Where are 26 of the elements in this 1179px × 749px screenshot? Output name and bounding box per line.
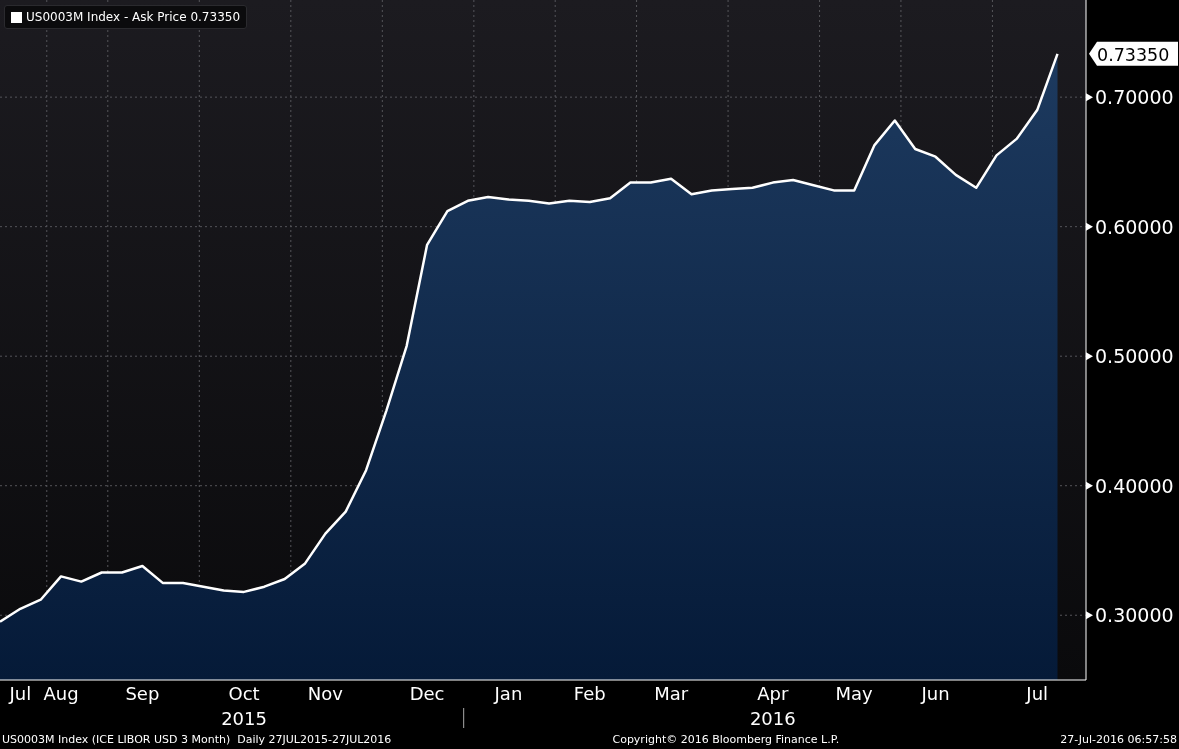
year-label: 2016 — [749, 708, 796, 729]
x-axis-label: Feb — [573, 683, 606, 704]
y-axis-label: 0.70000 — [1086, 86, 1174, 109]
legend-label: US0003M Index - Ask Price 0.73350 — [26, 10, 241, 24]
y-axis-label: 0.40000 — [1086, 474, 1174, 497]
legend-swatch-icon — [11, 11, 22, 23]
x-axis-label: Jun — [921, 683, 950, 704]
x-axis-label: Jul — [9, 683, 32, 704]
x-axis-label: Nov — [307, 683, 343, 704]
x-axis-label: Aug — [43, 683, 79, 704]
x-axis-label: May — [835, 683, 873, 704]
x-axis-label: Jul — [1026, 683, 1049, 704]
x-axis-label: Oct — [228, 683, 260, 704]
footer-copyright: Copyright© 2016 Bloomberg Finance L.P. — [612, 733, 840, 746]
x-axis-label: Dec — [409, 683, 445, 704]
year-label: 2015 — [221, 708, 267, 729]
footer-series-info: US0003M Index (ICE LIBOR USD 3 Month) Daily 27JUL2015-27JUL2016 — [2, 733, 392, 746]
x-axis-label: Sep — [125, 683, 160, 704]
x-axis-label: Mar — [654, 683, 689, 704]
x-axis-label: Apr — [757, 683, 789, 704]
footer-timestamp: 27-Jul-2016 06:57:58 — [1060, 733, 1177, 746]
x-axis-label: Jan — [494, 683, 523, 704]
y-axis-label: 0.30000 — [1086, 604, 1174, 627]
last-price-tag: 0.73350 — [1089, 41, 1178, 66]
y-axis-label: 0.60000 — [1086, 215, 1174, 238]
y-axis-label: 0.50000 — [1086, 345, 1174, 368]
